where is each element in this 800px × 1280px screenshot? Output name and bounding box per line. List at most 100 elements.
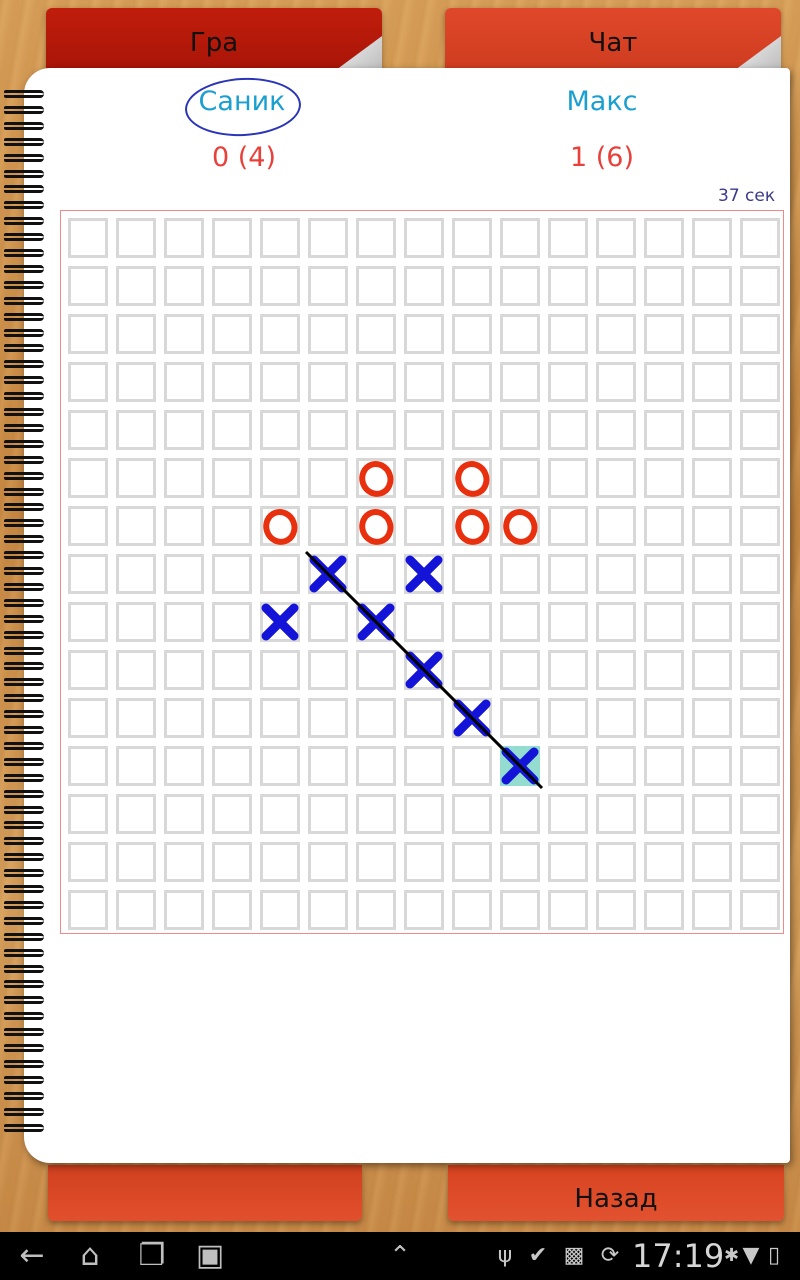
board-cell[interactable] [164,794,204,834]
board-cell[interactable] [500,410,540,450]
board-cell[interactable] [692,650,732,690]
board-cell[interactable] [500,458,540,498]
board-cell[interactable] [68,842,108,882]
board-cell[interactable] [740,602,780,642]
board-cell[interactable] [452,698,492,738]
board-cell[interactable] [644,842,684,882]
board-cell[interactable] [452,746,492,786]
board-cell[interactable] [644,506,684,546]
board-cell[interactable] [548,266,588,306]
board-cell[interactable] [644,410,684,450]
board-cell[interactable] [212,458,252,498]
board-cell[interactable] [500,362,540,402]
board-cell[interactable] [692,602,732,642]
board-cell[interactable] [308,362,348,402]
board-cell[interactable] [356,410,396,450]
board-cell[interactable] [692,266,732,306]
board-cell[interactable] [452,458,492,498]
board-cell[interactable] [452,554,492,594]
board-cell[interactable] [68,698,108,738]
board-cell[interactable] [596,410,636,450]
board-cell[interactable] [308,266,348,306]
board-cell[interactable] [404,602,444,642]
board-cell[interactable] [260,554,300,594]
board-cell[interactable] [260,410,300,450]
board-cell[interactable] [500,602,540,642]
home-icon[interactable]: ⌂ [68,1232,112,1280]
board-cell[interactable] [548,794,588,834]
board-cell[interactable] [260,794,300,834]
board-cell[interactable] [356,554,396,594]
board-cell[interactable] [212,554,252,594]
board-cell[interactable] [692,842,732,882]
board-cell[interactable] [692,506,732,546]
board-cell[interactable] [164,410,204,450]
board-cell[interactable] [356,266,396,306]
board-cell[interactable] [356,458,396,498]
board-cell[interactable] [644,890,684,930]
board-cell[interactable] [356,506,396,546]
board-cell[interactable] [212,314,252,354]
board-cell[interactable] [260,602,300,642]
board-cell[interactable] [260,650,300,690]
board-cell[interactable] [116,218,156,258]
board-cell[interactable] [548,890,588,930]
board-cell[interactable] [548,746,588,786]
board-cell[interactable] [116,314,156,354]
board-cell[interactable] [740,314,780,354]
board-cell[interactable] [404,266,444,306]
board-cell[interactable] [404,650,444,690]
board-cell[interactable] [260,362,300,402]
board-cell[interactable] [692,410,732,450]
board-cell[interactable] [212,602,252,642]
board-cell[interactable] [212,506,252,546]
board-cell[interactable] [164,602,204,642]
board-cell[interactable] [692,362,732,402]
board-cell[interactable] [356,602,396,642]
board-cell[interactable] [116,410,156,450]
board-cell[interactable] [404,842,444,882]
board-cell[interactable] [356,218,396,258]
board-cell[interactable] [164,746,204,786]
board-cell[interactable] [68,506,108,546]
board-cell[interactable] [548,218,588,258]
board-cell[interactable] [500,698,540,738]
board-cell[interactable] [452,890,492,930]
board-cell[interactable] [692,746,732,786]
board-cell[interactable] [116,842,156,882]
board-cell[interactable] [164,650,204,690]
screenshot-icon[interactable]: ▣ [190,1232,230,1280]
board-cell[interactable] [68,458,108,498]
board-cell[interactable] [596,218,636,258]
board-cell[interactable] [548,602,588,642]
board-cell[interactable] [548,410,588,450]
board-cell[interactable] [404,794,444,834]
board-cell[interactable] [452,602,492,642]
board-cell[interactable] [308,746,348,786]
board-cell[interactable] [116,746,156,786]
board-cell[interactable] [212,842,252,882]
board-cell[interactable] [548,362,588,402]
board-cell[interactable] [644,458,684,498]
board-cell[interactable] [308,602,348,642]
board-cell[interactable] [212,650,252,690]
board-cell[interactable] [164,218,204,258]
board-cell[interactable] [596,842,636,882]
board-cell[interactable] [68,602,108,642]
board-cell[interactable] [692,698,732,738]
board-cell[interactable] [596,266,636,306]
board-cell[interactable] [356,794,396,834]
board-cell[interactable] [596,746,636,786]
board-cell[interactable] [404,698,444,738]
board-cell[interactable] [692,458,732,498]
board-cell[interactable] [356,362,396,402]
board-cell[interactable] [404,218,444,258]
board-cell[interactable] [740,410,780,450]
board-cell[interactable] [692,218,732,258]
board-cell[interactable] [68,218,108,258]
board-cell[interactable] [548,698,588,738]
board-cell[interactable] [212,698,252,738]
board-cell[interactable] [644,218,684,258]
back-button[interactable]: Назад [448,1165,784,1221]
board-cell[interactable] [212,794,252,834]
